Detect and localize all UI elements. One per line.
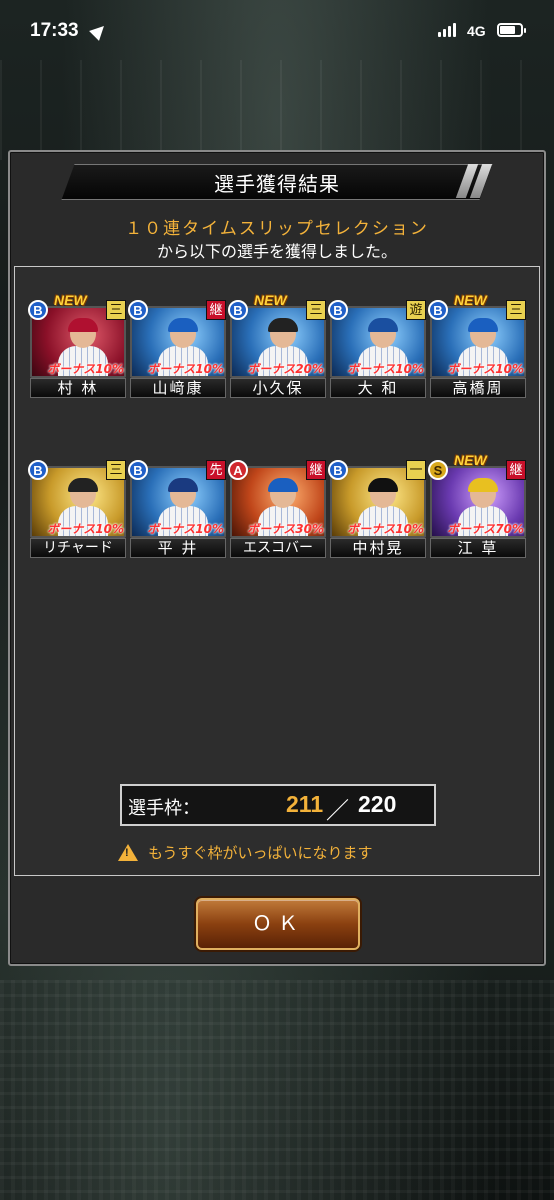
- bonus-label: ボーナス30%: [247, 522, 324, 536]
- new-badge: NEW: [454, 452, 487, 468]
- rank-badge: B: [228, 300, 248, 320]
- battery-icon: [497, 23, 526, 37]
- player-name: 山﨑康: [130, 378, 226, 398]
- player-card[interactable]: ボーナス10% リチャード B 三: [28, 458, 126, 560]
- rank-badge: B: [328, 460, 348, 480]
- slot-max: 220: [358, 791, 397, 817]
- position-badge: 三: [506, 300, 526, 320]
- new-badge: NEW: [254, 292, 287, 308]
- position-badge: 先: [206, 460, 226, 480]
- location-arrow-icon: [89, 21, 109, 41]
- result-message: から以下の選手を獲得しました。: [156, 242, 397, 261]
- position-badge: 三: [106, 300, 126, 320]
- player-name: 村 林: [30, 378, 126, 398]
- bonus-label: ボーナス10%: [147, 362, 224, 376]
- result-dialog: 選手獲得結果 １０連タイムスリップセレクション から以下の選手を獲得しました。 …: [8, 150, 546, 966]
- player-name: 平 井: [130, 538, 226, 558]
- position-badge: 遊: [406, 300, 426, 320]
- rank-badge: B: [28, 300, 48, 320]
- warning-text: もうすぐ枠がいっぱいになります: [148, 844, 373, 862]
- player-name: 江 草: [430, 538, 526, 558]
- slot-separator: ／: [326, 797, 349, 823]
- rank-badge: S: [428, 460, 448, 480]
- status-time: 17:33: [30, 20, 79, 41]
- network-type: 4G: [467, 23, 486, 39]
- slot-label: 選手枠：: [128, 798, 200, 819]
- slot-current: 211: [286, 791, 324, 817]
- ok-button[interactable]: ＯＫ: [196, 898, 360, 950]
- position-badge: 継: [306, 460, 326, 480]
- player-name: 大 和: [330, 378, 426, 398]
- rank-badge: B: [128, 300, 148, 320]
- player-name: 小久保: [230, 378, 326, 398]
- player-card[interactable]: ボーナス10% 中村晃 B 一: [328, 458, 426, 560]
- player-name: 中村晃: [330, 538, 426, 558]
- rank-badge: A: [228, 460, 248, 480]
- player-card[interactable]: ボーナス70% 江 草 S 継 NEW: [428, 452, 526, 560]
- bonus-label: ボーナス10%: [347, 522, 424, 536]
- position-badge: 一: [406, 460, 426, 480]
- player-card[interactable]: ボーナス30% エスコバー A 継: [228, 458, 326, 560]
- bonus-label: ボーナス10%: [47, 362, 124, 376]
- dialog-title: 選手獲得結果: [214, 172, 340, 196]
- new-badge: NEW: [454, 292, 487, 308]
- gacha-name: １０連タイムスリップセレクション: [125, 219, 429, 239]
- bonus-label: ボーナス70%: [447, 522, 524, 536]
- bonus-label: ボーナス10%: [347, 362, 424, 376]
- new-badge: NEW: [54, 292, 87, 308]
- warning-icon-mark: !: [125, 847, 129, 859]
- rank-badge: B: [328, 300, 348, 320]
- rank-badge: B: [428, 300, 448, 320]
- bonus-label: ボーナス20%: [247, 362, 324, 376]
- bonus-label: ボーナス10%: [447, 362, 524, 376]
- player-card[interactable]: ボーナス10% 大 和 B 遊: [328, 298, 426, 400]
- bonus-label: ボーナス10%: [47, 522, 124, 536]
- rank-badge: B: [128, 460, 148, 480]
- background-crowd: [0, 980, 554, 1200]
- background-stadium: [0, 60, 554, 160]
- position-badge: 継: [506, 460, 526, 480]
- player-card[interactable]: ボーナス10% 山﨑康 B 継: [128, 298, 226, 400]
- player-name: エスコバー: [230, 538, 326, 558]
- position-badge: 継: [206, 300, 226, 320]
- player-card[interactable]: ボーナス10% 高橋周 B 三 NEW: [428, 292, 526, 400]
- rank-badge: B: [28, 460, 48, 480]
- position-badge: 三: [106, 460, 126, 480]
- player-card[interactable]: ボーナス10% 村 林 B 三 NEW: [28, 292, 126, 400]
- status-bar: 17:33 4G: [0, 0, 554, 64]
- player-card[interactable]: ボーナス20% 小久保 B 三 NEW: [228, 292, 326, 400]
- player-name: リチャード: [30, 538, 126, 558]
- slot-counter: 選手枠： 211 ／ 220: [120, 784, 436, 826]
- bonus-label: ボーナス10%: [147, 522, 224, 536]
- player-card[interactable]: ボーナス10% 平 井 B 先: [128, 458, 226, 560]
- player-name: 高橋周: [430, 378, 526, 398]
- position-badge: 三: [306, 300, 326, 320]
